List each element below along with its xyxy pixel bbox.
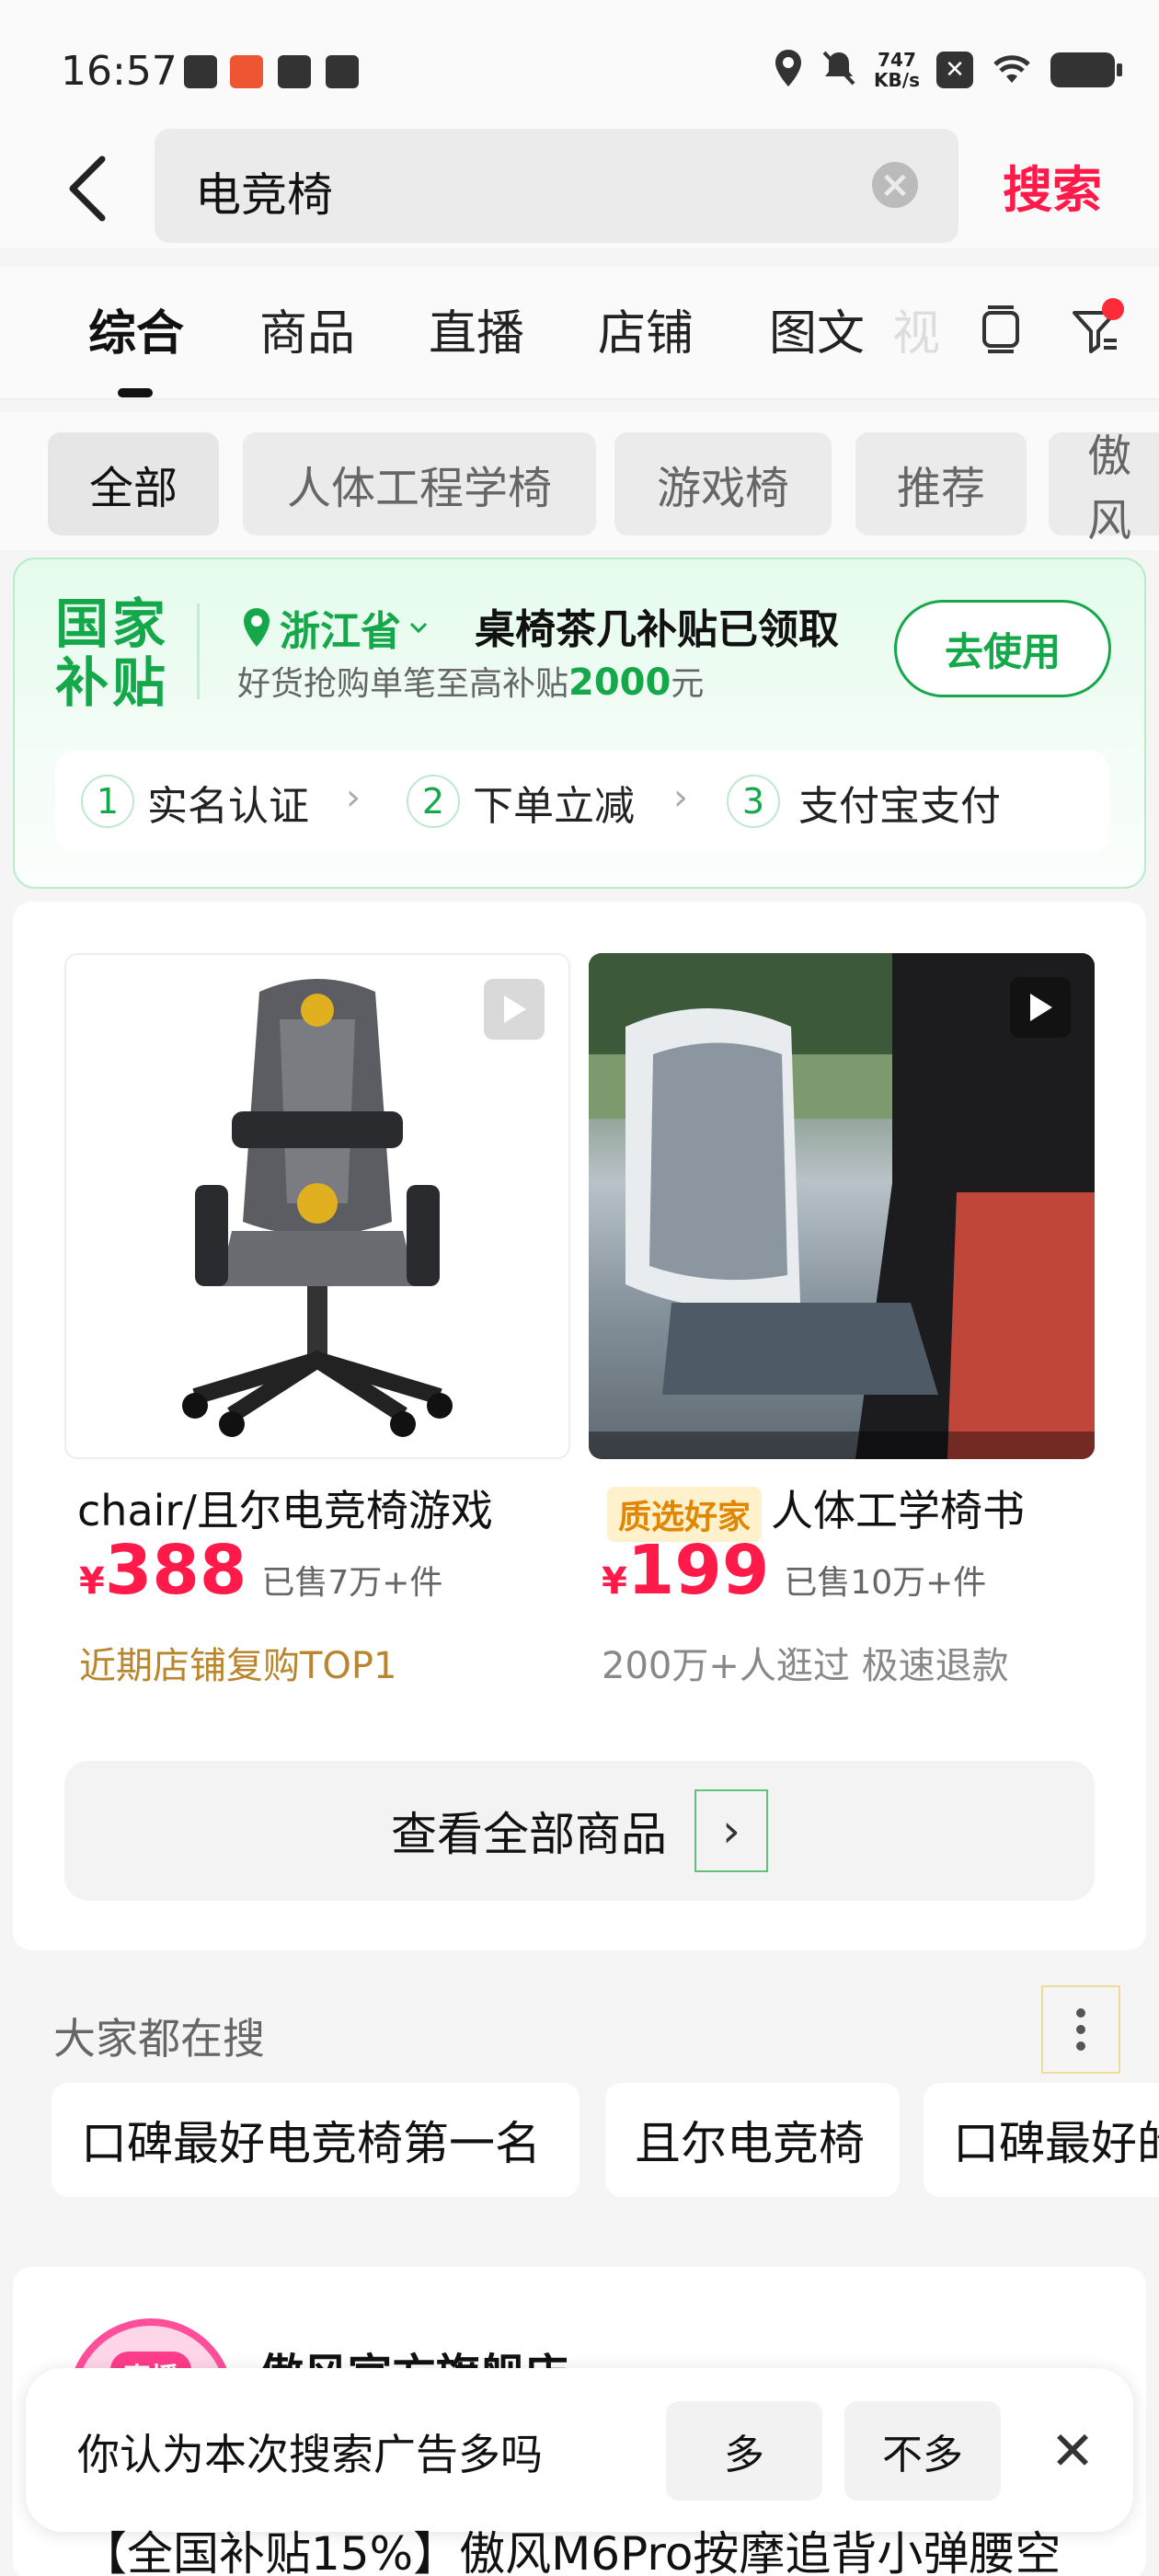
step-3-label: 支付宝支付 — [798, 783, 1001, 830]
view-all-label: 查看全部商品 — [391, 1808, 667, 1861]
subsidy-logo: 国家 补贴 — [55, 594, 169, 712]
product-1-note: 近期店铺复购TOP1 — [79, 1645, 397, 1687]
location-pin-icon — [244, 608, 270, 647]
product-1-price: 388 — [104, 1531, 247, 1610]
result-tabs: 综合 商品 直播 店铺 图文 视 — [0, 267, 1159, 400]
chip-brand-aofeng[interactable]: 傲风 — [1049, 431, 1159, 546]
product-2-name: 人体工学椅书 — [771, 1486, 1026, 1535]
map-app-icon — [230, 55, 263, 88]
subsidy-title: 桌椅茶几补贴已领取 — [475, 606, 839, 653]
subsidy-desc-prefix: 好货抢购单笔至高补贴 — [237, 665, 569, 703]
status-bar: 16:57 747 KB/s ✕ — [0, 0, 1159, 129]
product-2-price: 199 — [626, 1531, 770, 1610]
tab-products[interactable]: 商品 — [259, 294, 355, 363]
province-selector[interactable]: 浙江省 — [241, 598, 429, 657]
search-input[interactable]: 电竞椅 × — [155, 129, 958, 243]
chip-all[interactable]: 全部 — [48, 432, 219, 535]
step-1-label: 实名认证 — [147, 783, 309, 830]
ad-feedback-many-button[interactable]: 多 — [666, 2401, 822, 2501]
close-icon[interactable]: ✕ — [1036, 2414, 1109, 2488]
product-2-image[interactable] — [589, 953, 1095, 1459]
tab-posts[interactable]: 图文 — [769, 294, 865, 363]
subsidy-description: 好货抢购单笔至高补贴2000元 — [237, 657, 704, 705]
filter-icon[interactable] — [1058, 293, 1131, 366]
suggestion-chip[interactable]: 且尔电竞椅 — [605, 2083, 900, 2197]
subsidy-divider — [197, 604, 200, 699]
mail-icon — [278, 55, 311, 88]
status-time: 16:57 — [61, 48, 178, 95]
search-button[interactable]: 搜索 — [1003, 149, 1102, 222]
subsidy-desc-suffix: 元 — [671, 665, 705, 703]
product-2-note: 200万+人逛过 极速退款 — [602, 1645, 1009, 1687]
play-video-icon[interactable] — [484, 979, 545, 1040]
battery-icon — [1050, 52, 1122, 87]
subsidy-amount: 2000 — [568, 661, 671, 704]
subsidy-banner: 国家 补贴 浙江省 桌椅茶几补贴已领取 好货抢购单笔至高补贴2000元 去使用 … — [13, 558, 1146, 889]
product-2-sold: 已售10万+件 — [784, 1564, 987, 1602]
use-subsidy-button[interactable]: 去使用 — [894, 600, 1111, 697]
clear-search-icon[interactable]: × — [872, 162, 918, 208]
wifi-icon — [990, 50, 1034, 90]
suggestion-chip[interactable]: 口碑最好的 — [924, 2083, 1159, 2197]
notification-icon — [184, 55, 217, 88]
subsidy-logo-line2: 补贴 — [55, 651, 170, 714]
chevron-down-icon — [409, 622, 428, 634]
back-button[interactable] — [37, 138, 138, 239]
status-right-icons: 747 KB/s ✕ — [773, 48, 1122, 92]
ad-feedback-few-button[interactable]: 不多 — [844, 2401, 1001, 2501]
active-tab-indicator — [118, 388, 153, 397]
net-speed-value: 747 — [878, 49, 916, 71]
product-grid: chair/且尔电竞椅游戏 质选好家 人体工学椅书 ¥388 已售7万+件 ¥19… — [13, 902, 1146, 1950]
product-1-image[interactable] — [64, 953, 570, 1459]
chip-gaming-chair[interactable]: 游戏椅 — [614, 432, 832, 535]
product-1-sold: 已售7万+件 — [261, 1564, 443, 1602]
chip-ergonomic[interactable]: 人体工程学椅 — [243, 432, 596, 535]
sim-off-icon: ✕ — [936, 52, 973, 88]
next-item-title[interactable]: 【全国补贴15%】傲风M6Pro按摩追背小弹腰空 — [81, 2517, 1061, 2576]
step-2-number: 2 — [407, 775, 460, 828]
back-arrow-icon — [69, 155, 106, 222]
product-1-price-row: ¥388 已售7万+件 — [79, 1536, 442, 1604]
subsidy-steps: 1 实名认证 › 2 下单立减 › 3 支付宝支付 — [55, 751, 1109, 852]
step-2-label: 下单立减 — [473, 783, 635, 830]
net-speed: 747 KB/s — [874, 50, 920, 90]
net-speed-unit: KB/s — [874, 69, 920, 91]
tab-overflow-fade: 视 — [892, 306, 941, 362]
subsidy-logo-line1: 国家 — [55, 592, 170, 655]
search-query-text[interactable]: 电竞椅 — [195, 158, 333, 224]
chevron-right-icon: › — [694, 1789, 768, 1872]
ad-feedback-popup: 你认为本次搜索广告多吗 多 不多 ✕ — [26, 2368, 1133, 2532]
product-2-price-row: ¥199 已售10万+件 — [602, 1536, 986, 1604]
step-arrow-icon: › — [346, 776, 361, 819]
tab-live[interactable]: 直播 — [429, 294, 524, 363]
suggestion-chip[interactable]: 口碑最好电竞椅第一名 — [52, 2083, 580, 2197]
search-header: 电竞椅 × 搜索 — [0, 129, 1159, 248]
view-all-products-button[interactable]: 查看全部商品 › — [64, 1761, 1095, 1901]
filter-badge-dot — [1102, 298, 1124, 320]
province-name: 浙江省 — [280, 608, 401, 655]
everyone-search-title: 大家都在搜 — [53, 2014, 265, 2064]
tab-comprehensive[interactable]: 综合 — [88, 294, 184, 363]
tab-shops[interactable]: 店铺 — [598, 294, 694, 363]
ad-feedback-question: 你认为本次搜索广告多吗 — [77, 2430, 543, 2479]
layout-toggle-icon[interactable] — [964, 293, 1038, 366]
product-1-title[interactable]: chair/且尔电竞椅游戏 — [77, 1478, 592, 1538]
currency-symbol: ¥ — [79, 1560, 105, 1603]
currency-symbol: ¥ — [602, 1560, 627, 1603]
step-1-number: 1 — [81, 775, 134, 828]
step-arrow-icon: › — [673, 776, 688, 819]
chip-recommend[interactable]: 推荐 — [855, 432, 1027, 535]
step-3-number: 3 — [727, 775, 780, 828]
more-options-icon[interactable] — [1041, 1985, 1120, 2074]
mute-bell-icon — [820, 49, 857, 91]
play-video-icon[interactable] — [1010, 977, 1071, 1038]
usb-icon — [326, 55, 359, 88]
category-chips: 全部 人体工程学椅 游戏椅 推荐 傲风 — [0, 412, 1159, 550]
location-icon — [773, 48, 804, 92]
